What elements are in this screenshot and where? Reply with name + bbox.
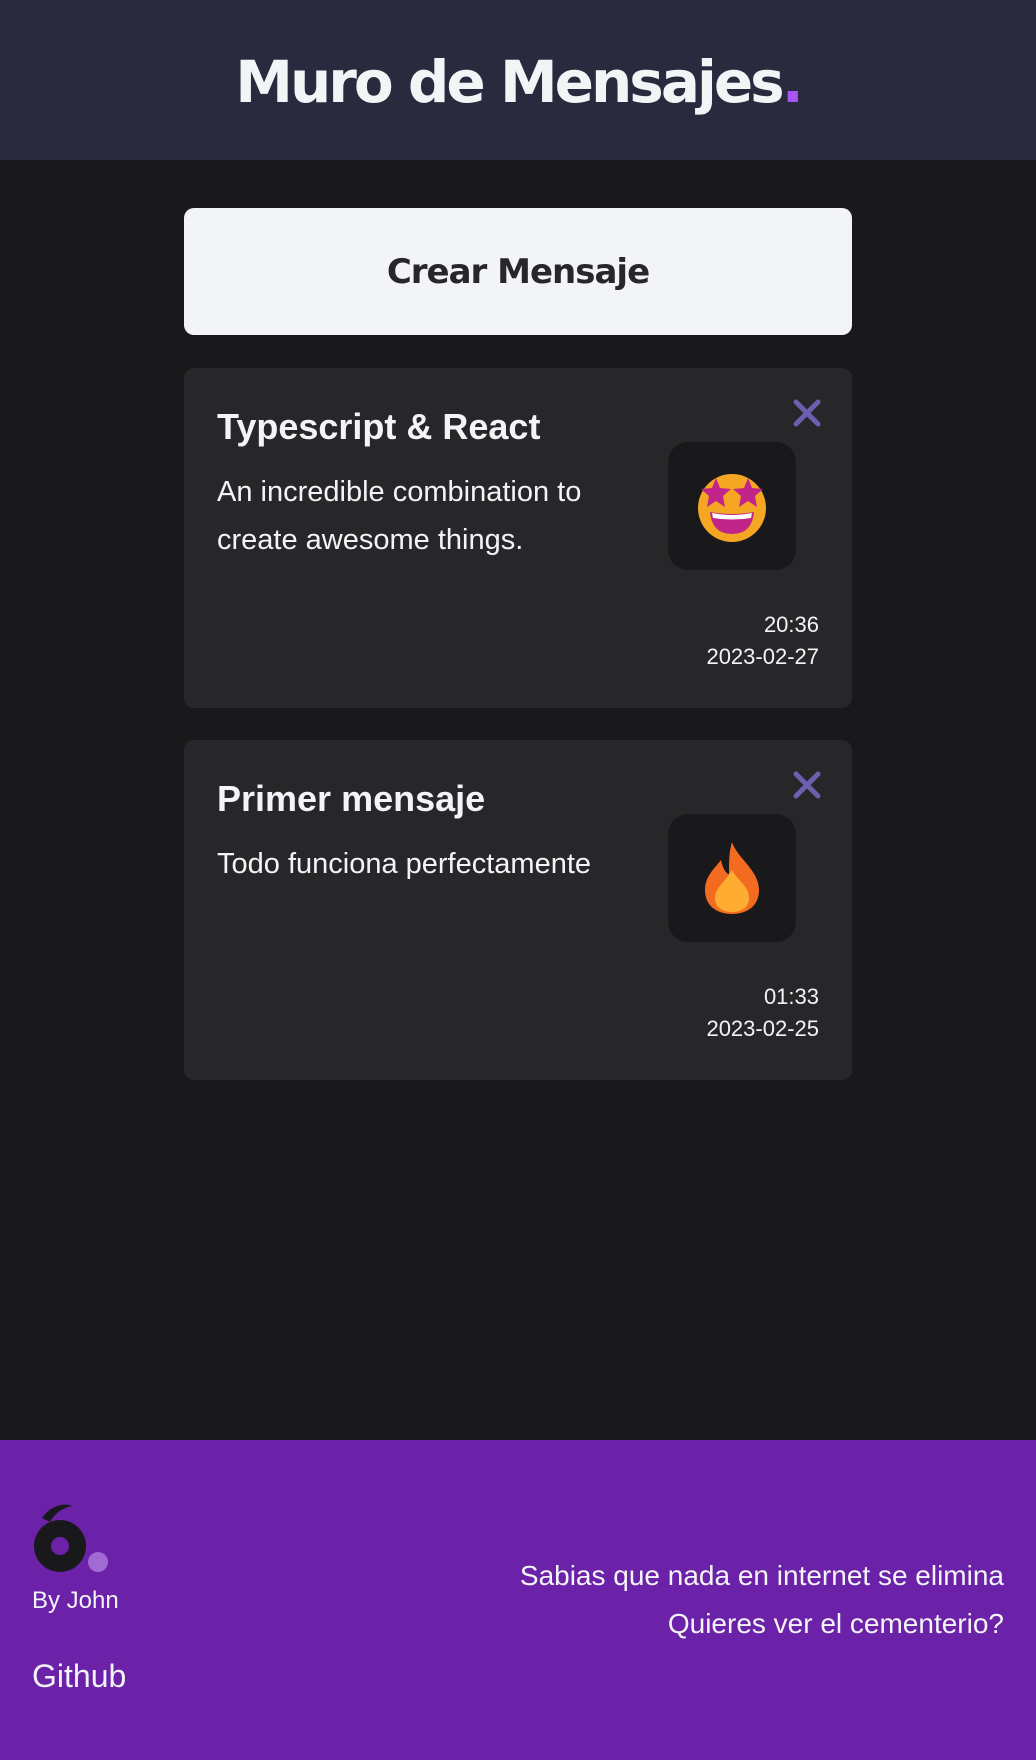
- message-body: Todo funciona perfectamente: [217, 848, 592, 880]
- create-message-button[interactable]: Crear Mensaje: [184, 208, 852, 335]
- fire-emoji-icon: [705, 842, 759, 914]
- message-card: Typescript & React An incredible combina…: [184, 368, 852, 708]
- github-link[interactable]: Github: [32, 1658, 126, 1695]
- message-emoji: [668, 442, 796, 570]
- message-emoji: [668, 814, 796, 942]
- page-footer: By John Github Sabias que nada en intern…: [0, 1440, 1036, 1760]
- message-body: An incredible combination to create awes…: [217, 476, 582, 556]
- page-header: Muro de Mensajes.: [0, 0, 1036, 160]
- star-struck-emoji-icon: [698, 474, 766, 542]
- page-title-text: Muro de Mensajes: [235, 48, 784, 116]
- logo-icon: [34, 1504, 108, 1572]
- author-label: By John: [32, 1587, 119, 1614]
- message-card: Primer mensaje Todo funciona perfectamen…: [184, 740, 852, 1080]
- page-title: Muro de Mensajes.: [235, 48, 804, 116]
- message-date: 2023-02-25: [706, 1016, 819, 1041]
- message-time: 20:36: [763, 612, 819, 637]
- message-title: Primer mensaje: [217, 778, 486, 819]
- message-title: Typescript & React: [217, 406, 541, 447]
- cemetery-link[interactable]: Quieres ver el cementerio?: [668, 1608, 1004, 1640]
- close-icon[interactable]: [792, 398, 822, 428]
- title-accent-dot: .: [781, 48, 804, 116]
- message-time: 01:33: [763, 984, 819, 1009]
- close-icon[interactable]: [792, 770, 822, 800]
- message-date: 2023-02-27: [706, 644, 819, 669]
- footer-note: Sabias que nada en internet se elimina: [519, 1560, 1004, 1591]
